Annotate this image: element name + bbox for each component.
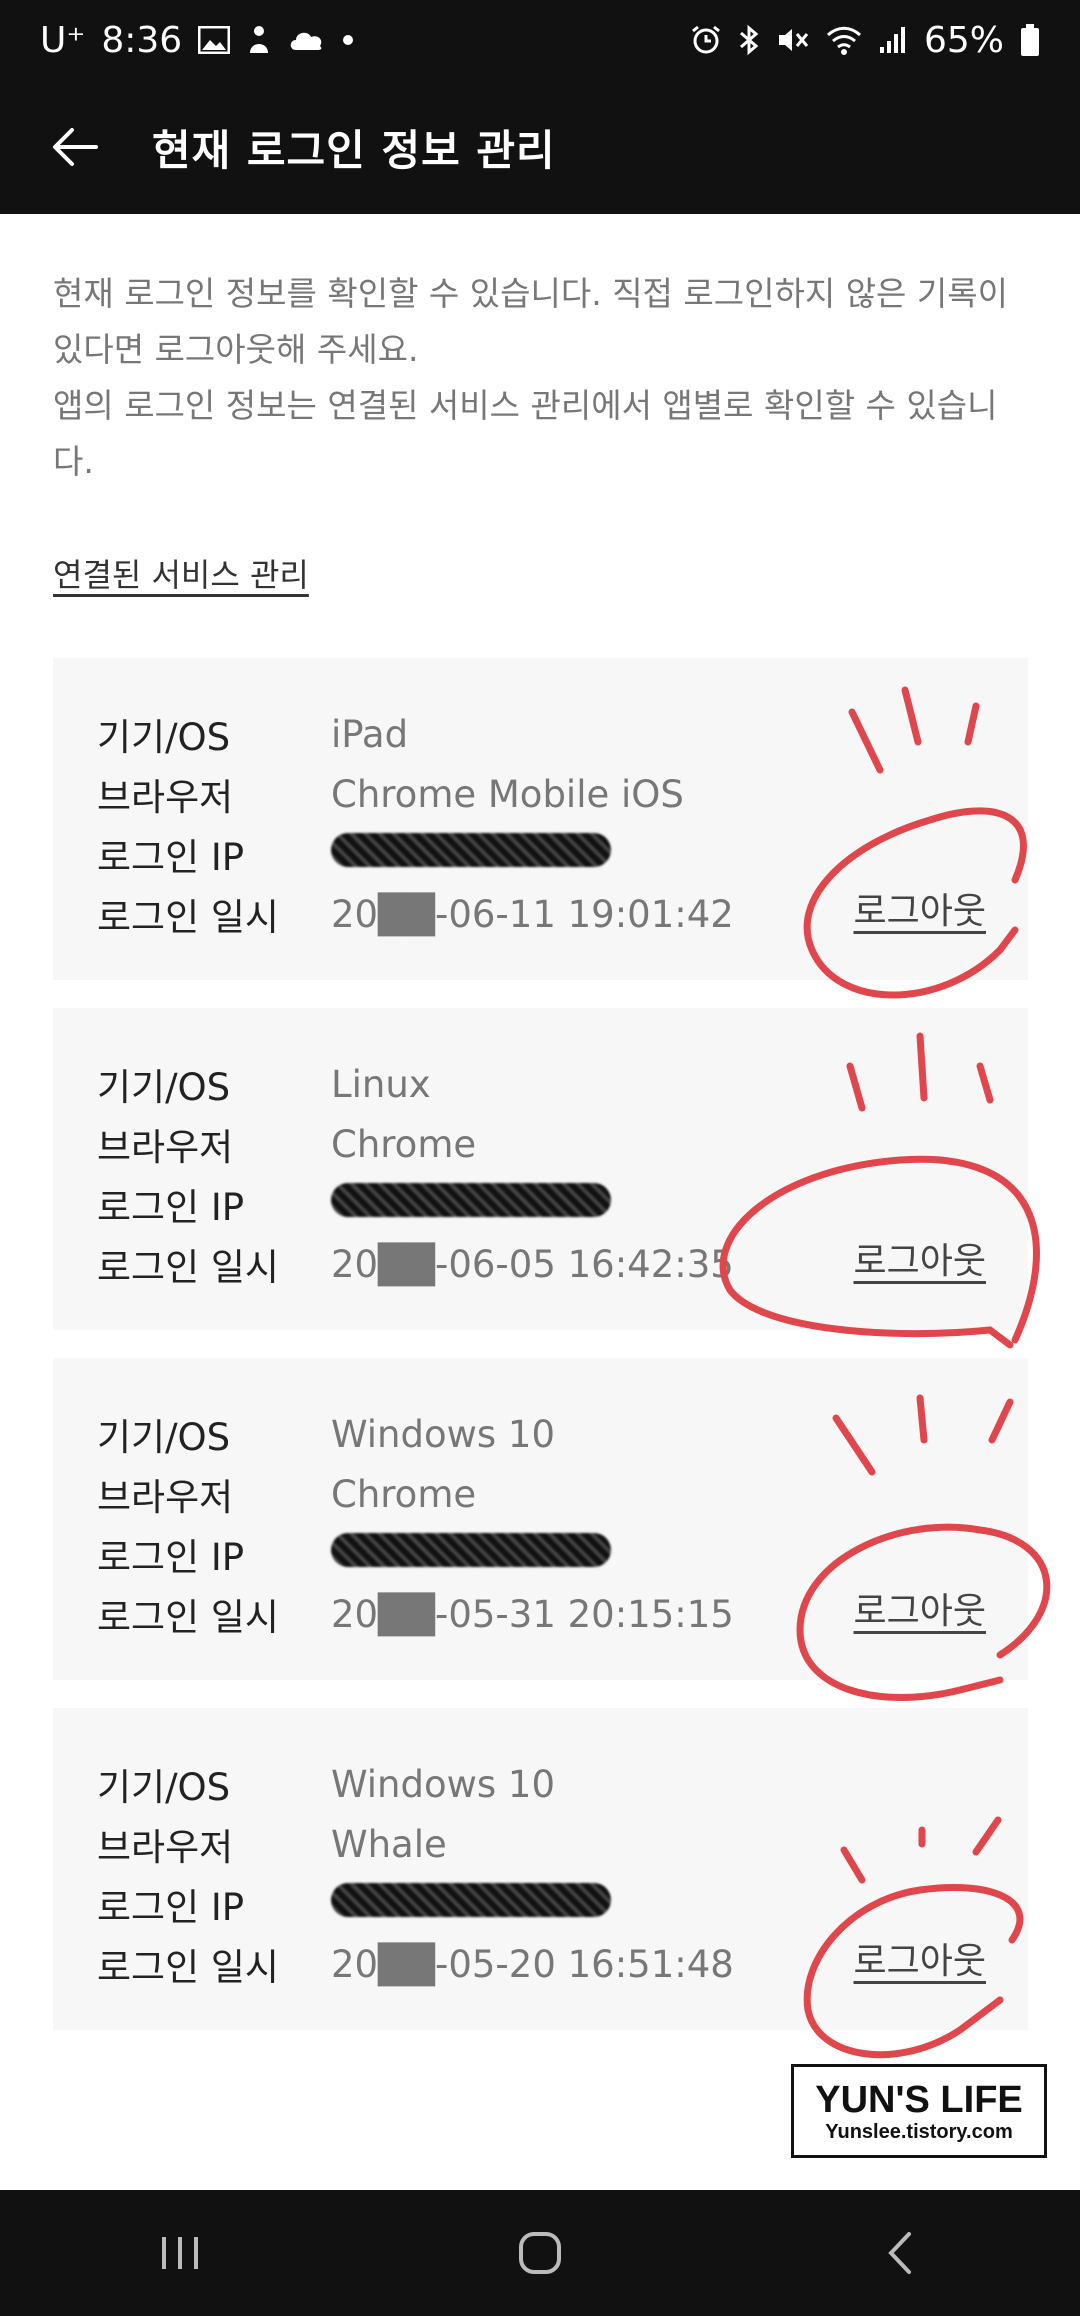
datetime-label: 로그인 일시	[97, 1246, 279, 1289]
device-label: 기기/OS	[97, 1416, 231, 1459]
ip-label: 로그인 IP	[97, 836, 245, 879]
status-bar: U⁺ 8:36 65%	[0, 0, 1080, 80]
app-bar: 현재 로그인 정보 관리	[0, 80, 1080, 214]
browser-label: 브라우저	[97, 776, 234, 819]
gallery-icon	[198, 26, 231, 54]
main-content: 현재 로그인 정보를 확인할 수 있습니다. 직접 로그인하지 않은 기록이 있…	[53, 214, 1028, 2058]
logout-button[interactable]: 로그아웃	[854, 882, 986, 934]
device-value: Windows 10	[331, 1412, 556, 1456]
datetime-label: 로그인 일시	[97, 1946, 279, 1989]
description-line-1: 현재 로그인 정보를 확인할 수 있습니다. 직접 로그인하지 않은 기록이 있…	[53, 274, 1008, 369]
browser-label: 브라우저	[97, 1826, 234, 1869]
ip-label: 로그인 IP	[97, 1186, 245, 1229]
ip-redacted	[331, 1882, 611, 1917]
dot-icon	[343, 35, 354, 45]
session-card: 기기/OS iPad 브라우저 Chrome Mobile iOS 로그인 IP 로…	[53, 658, 1028, 980]
clock: 8:36	[101, 19, 183, 61]
session-card: 기기/OS Windows 10 브라우저 Chrome 로그인 IP 로그인 일시…	[53, 1358, 1028, 1680]
browser-label: 브라우저	[97, 1126, 234, 1169]
watermark-subtitle: Yunslee.tistory.com	[825, 2120, 1013, 2143]
datetime-value: 20██-05-31 20:15:15	[331, 1592, 734, 1636]
chevron-left-icon	[888, 2232, 911, 2274]
signal-icon	[879, 27, 905, 53]
watermark-logo: YUN'S LIFE Yunslee.tistory.com	[791, 2064, 1047, 2158]
device-value: Linux	[331, 1062, 431, 1106]
system-nav-bar	[0, 2190, 1080, 2316]
home-button[interactable]	[480, 2203, 600, 2303]
device-label: 기기/OS	[97, 1066, 231, 1109]
mute-icon	[778, 29, 809, 51]
back-arrow-icon	[53, 128, 98, 166]
wifi-icon	[826, 26, 861, 55]
browser-value: Whale	[331, 1822, 447, 1866]
carrier-label: U⁺	[40, 19, 86, 61]
back-nav-button[interactable]	[840, 2203, 960, 2303]
browser-value: Chrome Mobile iOS	[331, 772, 684, 816]
ip-redacted	[331, 832, 611, 867]
session-card: 기기/OS Windows 10 브라우저 Whale 로그인 IP 로그인 일시 2…	[53, 1708, 1028, 2030]
page-title: 현재 로그인 정보 관리	[152, 125, 556, 175]
session-card: 기기/OS Linux 브라우저 Chrome 로그인 IP 로그인 일시 20██-…	[53, 1008, 1028, 1330]
notification-icon	[250, 26, 269, 53]
browser-label: 브라우저	[97, 1476, 234, 1519]
description-line-2: 앱의 로그인 정보는 연결된 서비스 관리에서 앱별로 확인할 수 있습니다.	[53, 386, 998, 481]
ip-redacted	[331, 1182, 611, 1217]
datetime-value: 20██-06-11 19:01:42	[331, 892, 734, 936]
watermark-title: YUN'S LIFE	[815, 2078, 1023, 2121]
home-icon	[519, 2232, 561, 2274]
logout-button[interactable]: 로그아웃	[854, 1232, 986, 1284]
datetime-value: 20██-05-20 16:51:48	[331, 1942, 734, 1986]
datetime-value: 20██-06-05 16:42:35	[331, 1242, 734, 1286]
datetime-label: 로그인 일시	[97, 896, 279, 939]
ip-redacted	[331, 1532, 611, 1567]
device-label: 기기/OS	[97, 1766, 231, 1809]
ip-label: 로그인 IP	[97, 1886, 245, 1929]
alarm-icon	[692, 25, 720, 54]
logout-button[interactable]: 로그아웃	[854, 1932, 986, 1984]
battery-icon	[1021, 24, 1039, 56]
battery-percent: 65%	[923, 19, 1004, 61]
connected-services-link[interactable]: 연결된 서비스 관리	[53, 550, 309, 596]
datetime-label: 로그인 일시	[97, 1596, 279, 1639]
device-value: Windows 10	[331, 1762, 556, 1806]
bluetooth-icon	[740, 24, 759, 56]
back-button[interactable]	[40, 112, 110, 182]
cloud-icon	[290, 32, 322, 50]
description: 현재 로그인 정보를 확인할 수 있습니다. 직접 로그인하지 않은 기록이 있…	[53, 266, 1028, 490]
recent-apps-button[interactable]	[120, 2203, 240, 2303]
device-value: iPad	[331, 712, 409, 756]
browser-value: Chrome	[331, 1122, 477, 1166]
device-label: 기기/OS	[97, 716, 231, 759]
session-list: 기기/OS iPad 브라우저 Chrome Mobile iOS 로그인 IP 로…	[53, 658, 1028, 2030]
ip-label: 로그인 IP	[97, 1536, 245, 1579]
logout-button[interactable]: 로그아웃	[854, 1582, 986, 1634]
recent-apps-icon	[162, 2237, 198, 2269]
browser-value: Chrome	[331, 1472, 477, 1516]
